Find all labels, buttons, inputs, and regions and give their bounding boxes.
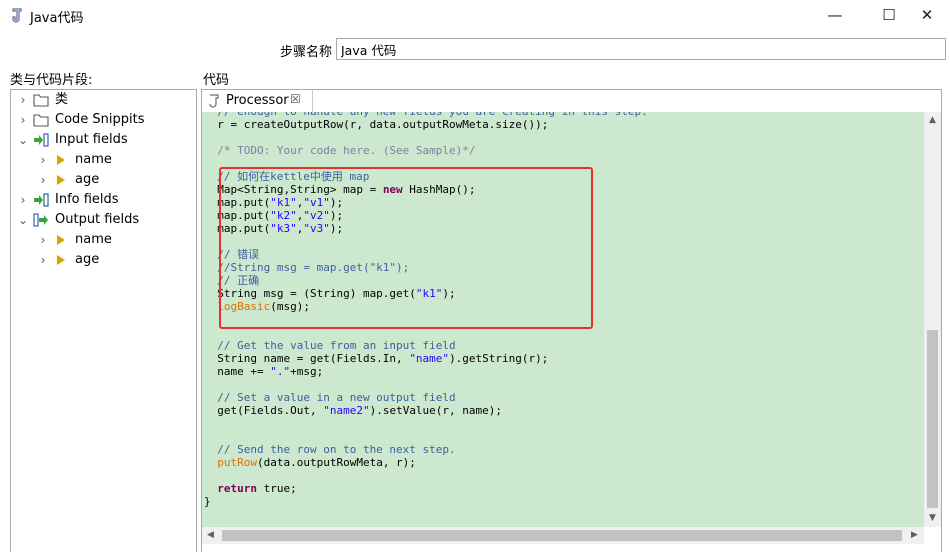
scroll-right-icon[interactable]: ▶	[906, 527, 923, 544]
code-token: String name = get(Fields.In,	[204, 352, 410, 365]
highlight-box	[219, 167, 593, 329]
snippet-tree[interactable]: › 类 › Code Snippits ⌄ Input fields › name › age › I…	[10, 89, 197, 552]
code-token: }	[204, 495, 211, 508]
code-token: // Send the row on to the next step.	[204, 443, 456, 456]
folder-icon	[33, 113, 49, 127]
code-token: get(Fields.Out,	[204, 404, 324, 417]
close-button[interactable]: ✕	[904, 2, 950, 28]
code-token: "name2"	[323, 404, 370, 417]
chevron-right-icon[interactable]: ›	[37, 170, 49, 190]
tree-item-label: name	[75, 232, 112, 247]
tab-label: Processor	[226, 93, 289, 108]
code-token: putRow	[204, 456, 257, 469]
tree-item[interactable]: ⌄ Output fields	[11, 210, 196, 230]
script-icon	[209, 94, 219, 108]
tab-processor[interactable]: Processor ☒	[202, 90, 313, 112]
chevron-right-icon[interactable]: ›	[17, 190, 29, 210]
code-editor-panel: Processor ☒ // enough to handle any new …	[201, 89, 942, 552]
chevron-down-icon[interactable]: ⌄	[17, 210, 29, 230]
scroll-up-icon[interactable]: ▲	[924, 112, 941, 129]
info-fields-icon	[33, 193, 49, 207]
code-line: String name = get(Fields.In, "name").get…	[204, 352, 548, 365]
code-line: // Set a value in a new output field	[204, 391, 456, 404]
chevron-right-icon[interactable]: ›	[17, 110, 29, 130]
code-line: get(Fields.Out, "name2").setValue(r, nam…	[204, 404, 502, 417]
code-token: ).setValue(r, name);	[369, 404, 503, 417]
tree-heading: 类与代码片段:	[10, 73, 93, 88]
title-bar: Java代码 — ☐ ✕	[0, 0, 950, 30]
tree-item-label: Info fields	[55, 192, 119, 207]
code-line: return true;	[204, 482, 297, 495]
code-token: return	[217, 482, 257, 495]
code-token: /* TODO: Your code here. (See Sample)*/	[217, 144, 476, 157]
code-token: ).getString(r);	[449, 352, 549, 365]
code-token: name +=	[204, 365, 271, 378]
chevron-down-icon[interactable]: ⌄	[17, 130, 29, 150]
minimize-button[interactable]: —	[812, 2, 858, 28]
tree-item-label: name	[75, 152, 112, 167]
tree-item[interactable]: › 类	[11, 90, 196, 110]
vertical-scrollbar[interactable]: ▲ ▼	[924, 112, 941, 527]
code-token: r = createOutputRow(r, data.outputRowMet…	[204, 118, 549, 131]
folder-icon	[33, 93, 49, 107]
code-line: /* TODO: Your code here. (See Sample)*/	[204, 144, 476, 157]
step-name-label: 步骤名称	[280, 45, 333, 60]
field-arrow-icon	[53, 253, 69, 267]
code-editor[interactable]: // enough to handle any new fields you a…	[202, 112, 924, 527]
code-token: // Get the value from an input field	[204, 339, 456, 352]
horizontal-scroll-thumb[interactable]	[222, 530, 902, 541]
chevron-right-icon[interactable]: ›	[17, 90, 29, 110]
close-tab-icon[interactable]: ☒	[290, 92, 301, 106]
code-line: r = createOutputRow(r, data.outputRowMet…	[204, 118, 548, 131]
tree-item-label: age	[75, 172, 100, 187]
input-fields-icon	[33, 133, 49, 147]
horizontal-scrollbar[interactable]: ◀ ▶	[202, 527, 924, 544]
chevron-right-icon[interactable]: ›	[37, 230, 49, 250]
tree-item[interactable]: › name	[11, 150, 196, 170]
tree-item-label: 类	[55, 92, 69, 107]
code-line: name += "."+msg;	[204, 365, 323, 378]
window-title: Java代码	[30, 11, 84, 26]
code-heading: 代码	[203, 73, 230, 88]
step-name-input[interactable]	[336, 38, 946, 60]
vertical-scroll-thumb[interactable]	[927, 330, 938, 508]
code-token: // Set a value in a new output field	[204, 391, 456, 404]
tree-item-label: Input fields	[55, 132, 128, 147]
output-fields-icon	[33, 213, 49, 227]
tree-item-label: Code Snippits	[55, 112, 145, 127]
code-line: // Send the row on to the next step.	[204, 443, 456, 456]
code-token: (data.outputRowMeta, r);	[256, 456, 416, 469]
chevron-right-icon[interactable]: ›	[37, 150, 49, 170]
scroll-left-icon[interactable]: ◀	[202, 527, 219, 544]
tree-item[interactable]: › age	[11, 170, 196, 190]
tree-item[interactable]: ⌄ Input fields	[11, 130, 196, 150]
code-token: true;	[257, 482, 297, 495]
code-line: // Get the value from an input field	[204, 339, 456, 352]
tree-item-label: age	[75, 252, 100, 267]
tree-item[interactable]: › Code Snippits	[11, 110, 196, 130]
code-token: "."	[270, 365, 291, 378]
field-arrow-icon	[53, 233, 69, 247]
code-line: putRow(data.outputRowMeta, r);	[204, 456, 416, 469]
tree-item[interactable]: › age	[11, 250, 196, 270]
chevron-right-icon[interactable]: ›	[37, 250, 49, 270]
field-arrow-icon	[53, 173, 69, 187]
code-token: "name"	[409, 352, 450, 365]
tree-item[interactable]: › name	[11, 230, 196, 250]
tree-item-label: Output fields	[55, 212, 140, 227]
code-line: }	[204, 495, 211, 508]
tree-item[interactable]: › Info fields	[11, 190, 196, 210]
code-token: +msg;	[290, 365, 324, 378]
field-arrow-icon	[53, 153, 69, 167]
scroll-down-icon[interactable]: ▼	[924, 510, 941, 527]
java-script-icon	[12, 8, 22, 23]
